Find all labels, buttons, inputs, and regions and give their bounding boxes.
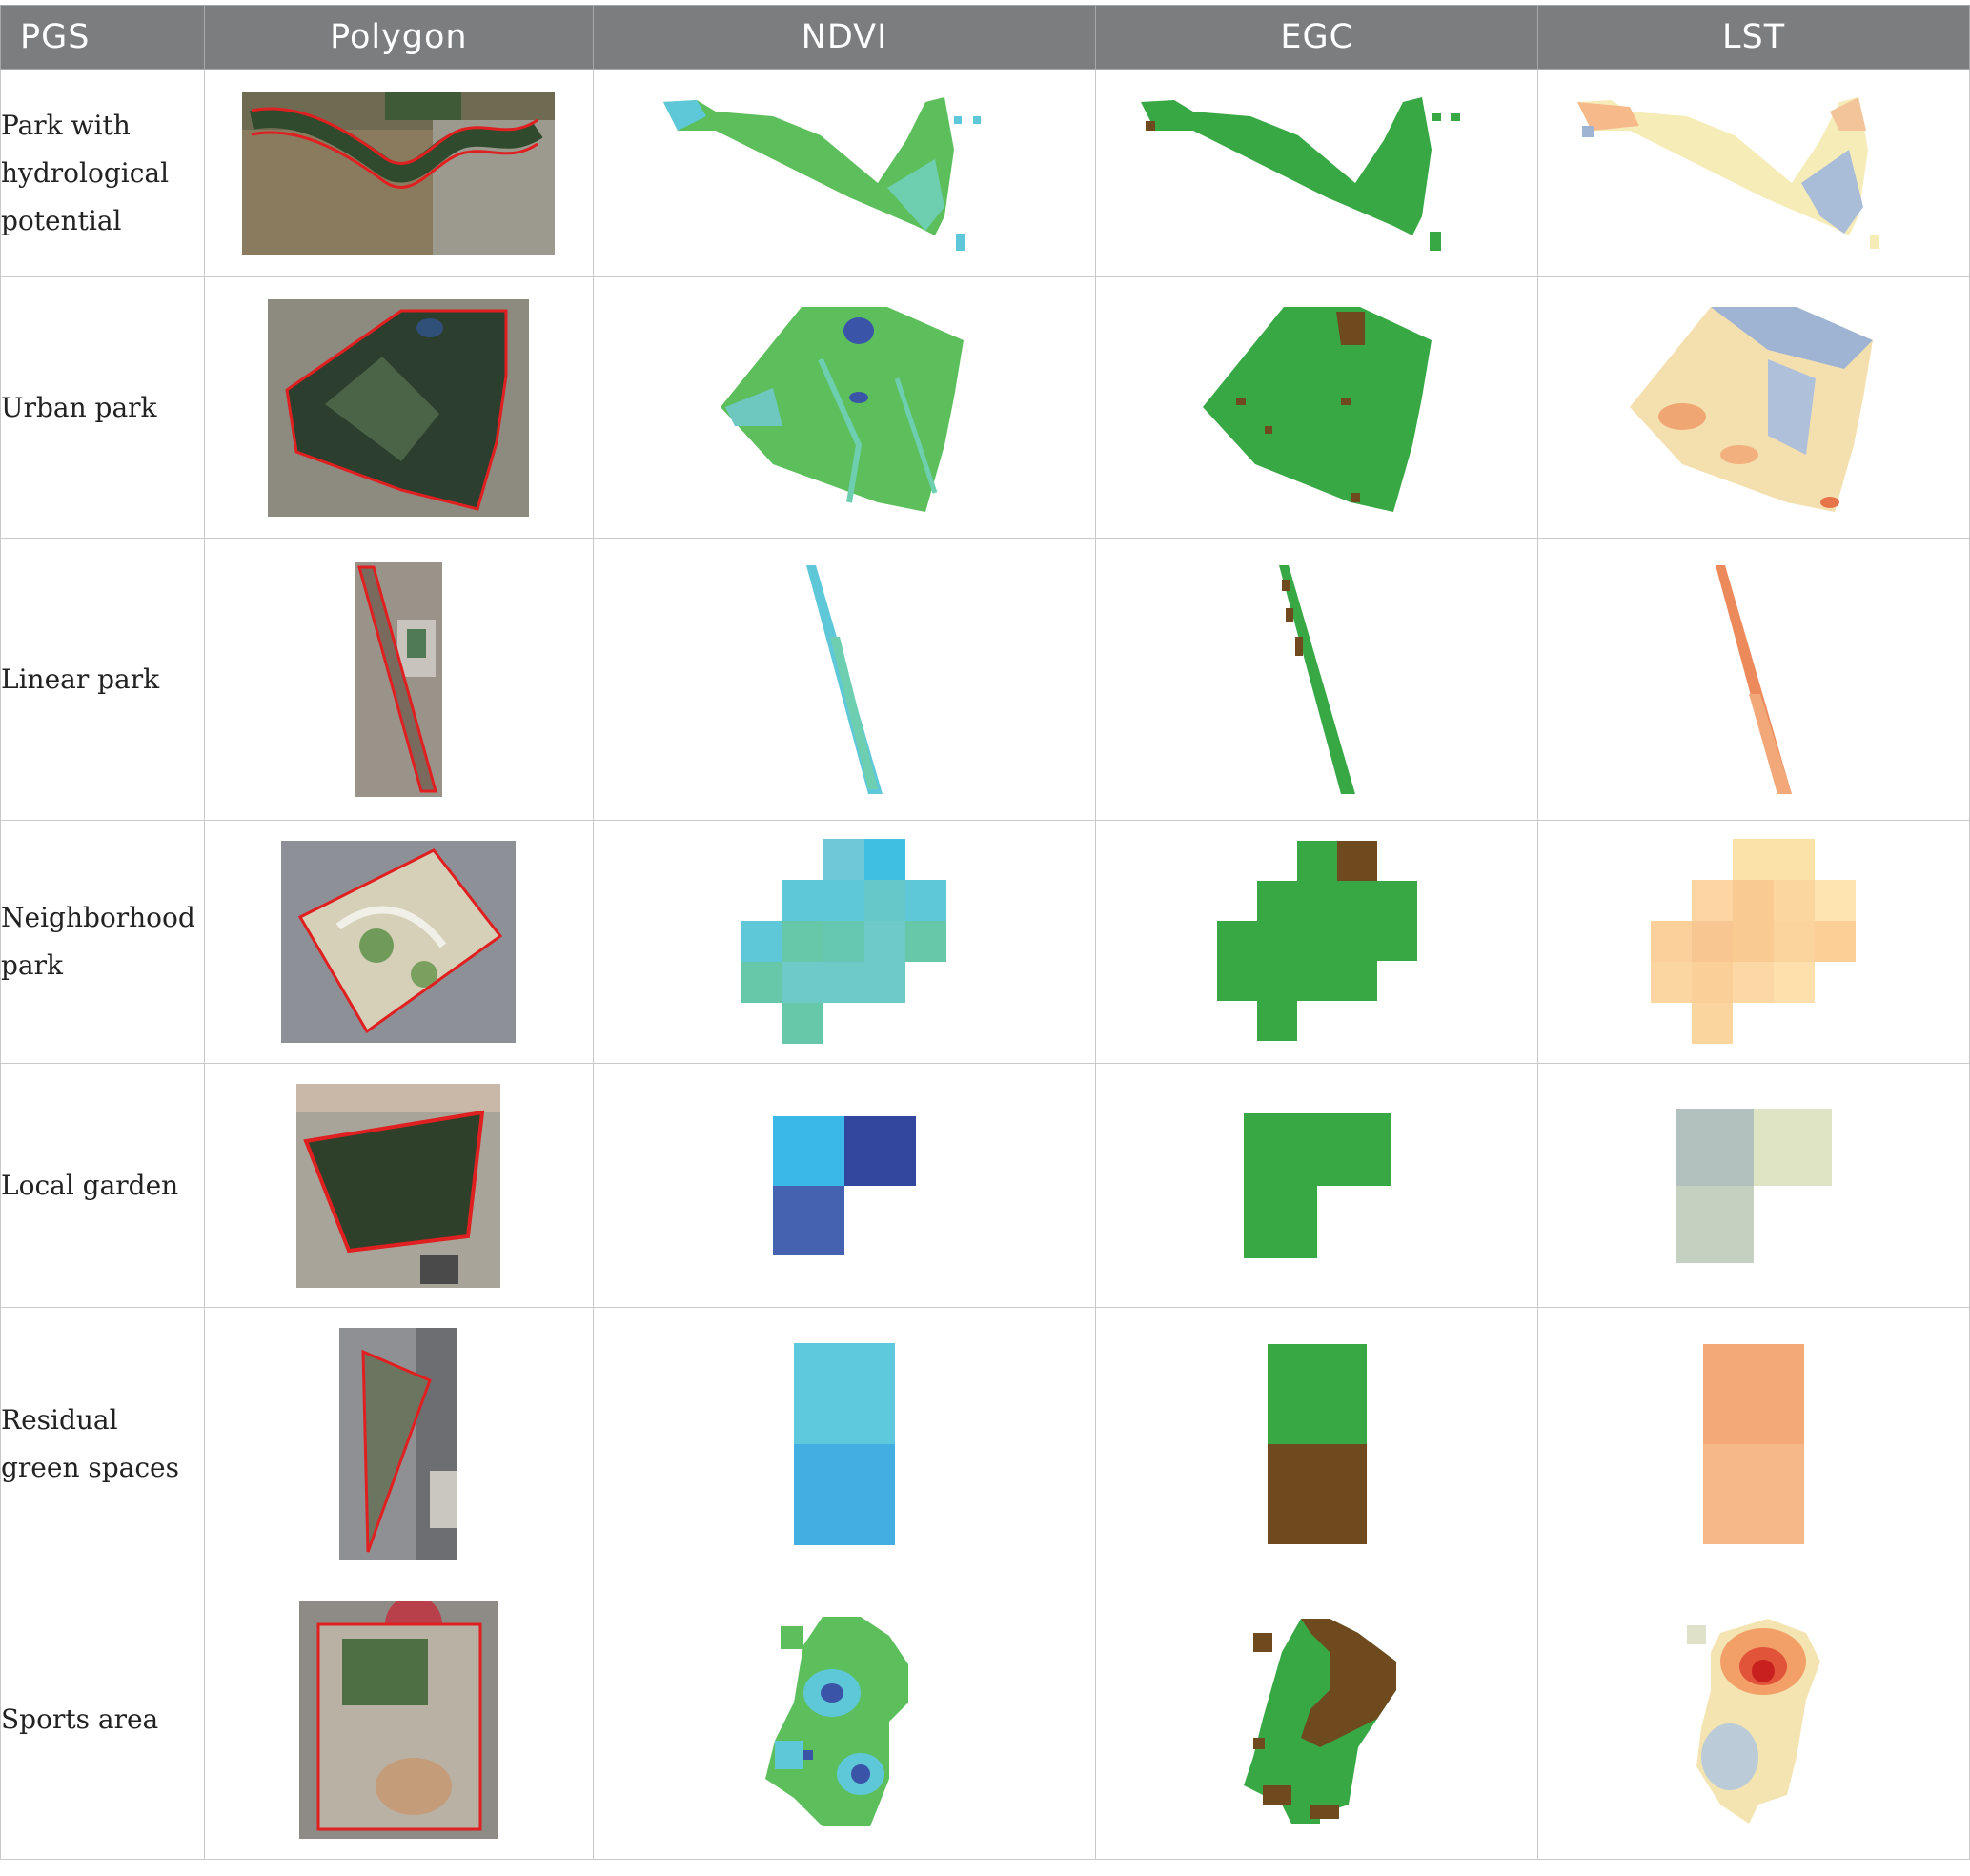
lst-raster [1651, 839, 1857, 1044]
lst-raster [1577, 96, 1880, 249]
lst-raster [1687, 1619, 1821, 1824]
row-label: Park with hydrological potential [0, 69, 205, 277]
egc-map [1095, 276, 1539, 539]
table-row: Park with hydrological potential [0, 69, 1970, 277]
egc-map [1095, 820, 1539, 1064]
table-row: Urban park [0, 276, 1970, 539]
lst-map [1537, 1063, 1970, 1308]
table-row: Residual green spaces [0, 1307, 1970, 1580]
lst-raster [1703, 1343, 1805, 1544]
header-polygon: Polygon [203, 5, 594, 70]
polygon-image [203, 69, 594, 277]
satellite-image [242, 91, 556, 255]
egc-raster [1243, 1112, 1391, 1258]
lst-map [1537, 276, 1970, 539]
row-label: Neighborhood park [0, 820, 205, 1064]
pgs-table: PGS Polygon NDVI EGC LST Park with hydro… [0, 5, 1970, 1860]
ndvi-map [592, 69, 1097, 277]
lst-map [1537, 1307, 1970, 1580]
row-label: Local garden [0, 1063, 205, 1308]
ndvi-map [592, 1580, 1097, 1860]
egc-raster [1243, 1619, 1396, 1824]
polygon-image [203, 276, 594, 539]
egc-map [1095, 1307, 1539, 1580]
lst-raster [1716, 564, 1793, 794]
egc-map [1095, 69, 1539, 277]
lst-raster [1630, 306, 1874, 512]
egc-map [1095, 1580, 1539, 1860]
lst-map [1537, 538, 1970, 821]
egc-raster [1267, 1343, 1367, 1544]
ndvi-raster [773, 1115, 917, 1255]
polygon-image [203, 1580, 594, 1860]
ndvi-map [592, 1063, 1097, 1308]
satellite-image [299, 1601, 498, 1839]
ndvi-map [592, 538, 1097, 821]
header-egc: EGC [1095, 5, 1539, 70]
header-row: PGS Polygon NDVI EGC LST [0, 5, 1970, 70]
row-label: Linear park [0, 538, 205, 821]
satellite-image [355, 561, 443, 797]
row-label: Residual green spaces [0, 1307, 205, 1580]
header-ndvi: NDVI [592, 5, 1097, 70]
ndvi-raster [721, 306, 965, 512]
egc-map [1095, 1063, 1539, 1308]
row-label: Urban park [0, 276, 205, 539]
egc-raster [1216, 841, 1417, 1041]
table-row: Sports area [0, 1580, 1970, 1860]
ndvi-raster [663, 96, 982, 251]
ndvi-raster [806, 564, 883, 794]
table-row: Linear park [0, 538, 1970, 821]
polygon-image [203, 1063, 594, 1308]
polygon-image [203, 1307, 594, 1580]
lst-map [1537, 69, 1970, 277]
satellite-image [281, 841, 517, 1043]
table-row: Local garden [0, 1063, 1970, 1308]
egc-raster [1278, 564, 1355, 794]
polygon-image [203, 538, 594, 821]
polygon-image [203, 820, 594, 1064]
row-label: Sports area [0, 1580, 205, 1860]
egc-raster [1140, 96, 1460, 251]
header-pgs: PGS [0, 5, 205, 70]
satellite-image [339, 1327, 458, 1560]
egc-raster [1202, 306, 1432, 512]
satellite-image [296, 1083, 501, 1288]
ndvi-map [592, 820, 1097, 1064]
ndvi-raster [794, 1342, 896, 1545]
lst-map [1537, 1580, 1970, 1860]
ndvi-map [592, 1307, 1097, 1580]
header-lst: LST [1537, 5, 1970, 70]
lst-raster [1676, 1108, 1833, 1263]
ndvi-map [592, 276, 1097, 539]
lst-map [1537, 820, 1970, 1064]
ndvi-raster [765, 1617, 909, 1826]
satellite-image [268, 298, 530, 517]
table-row: Neighborhood park [0, 820, 1970, 1064]
ndvi-raster [741, 839, 947, 1044]
egc-map [1095, 538, 1539, 821]
